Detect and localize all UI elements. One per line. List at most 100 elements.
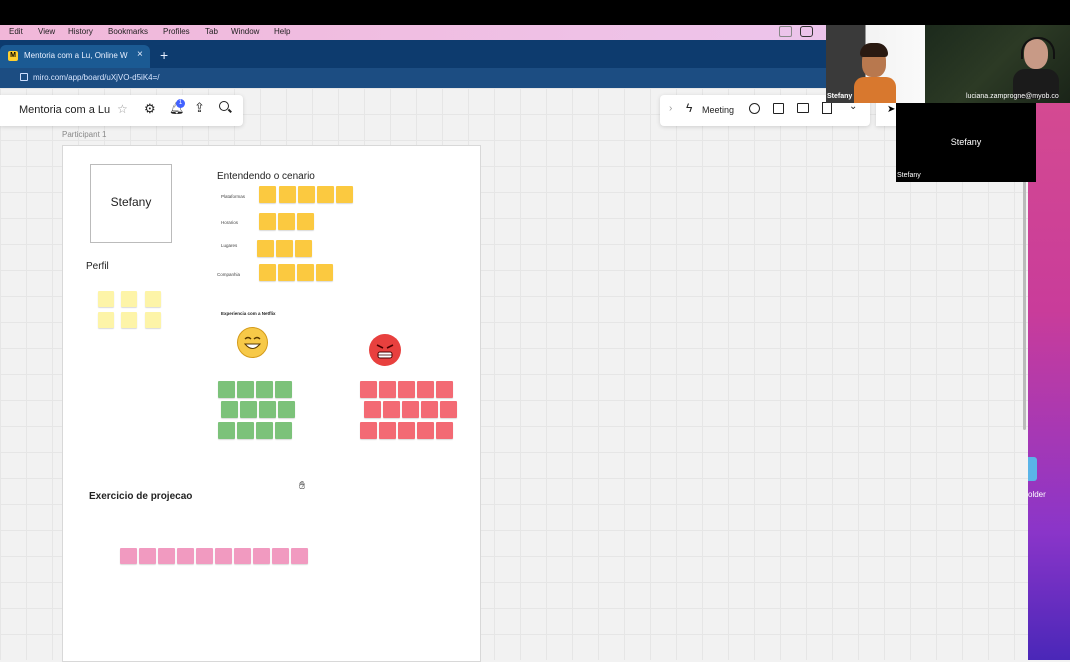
sticky-note[interactable] — [257, 240, 274, 257]
sticky-note[interactable] — [360, 381, 377, 398]
sticky-note[interactable] — [259, 264, 276, 281]
sticky-note[interactable] — [436, 381, 453, 398]
tab-title: Mentoria com a Lu, Online Wh — [24, 51, 128, 60]
sticky-note[interactable] — [234, 548, 251, 564]
sticky-note[interactable] — [278, 264, 295, 281]
sticky-note[interactable] — [278, 213, 295, 230]
sticky-note[interactable] — [121, 291, 137, 307]
folder-icon[interactable] — [1028, 457, 1037, 481]
sticky-note[interactable] — [218, 422, 235, 439]
frame-label[interactable]: Participant 1 — [62, 130, 106, 139]
new-tab-button[interactable]: + — [160, 47, 168, 63]
notes-icon[interactable] — [822, 102, 832, 114]
menu-item-window[interactable]: Window — [231, 27, 259, 36]
sticky-note[interactable] — [379, 422, 396, 439]
sticky-note[interactable] — [398, 381, 415, 398]
timer-icon[interactable] — [749, 103, 760, 114]
sticky-note[interactable] — [402, 401, 419, 418]
menu-item-history[interactable]: History — [68, 27, 93, 36]
participant-2-name: luciana.zamprogne@myob.co — [966, 93, 1059, 100]
sticky-note[interactable] — [297, 213, 314, 230]
sticky-note[interactable] — [298, 186, 315, 203]
sticky-note[interactable] — [276, 240, 293, 257]
settings-icon[interactable]: ⚙ — [144, 101, 156, 117]
happy-face-icon[interactable] — [237, 327, 268, 358]
sticky-note[interactable] — [139, 548, 156, 564]
sticky-note[interactable] — [295, 240, 312, 257]
sticky-note[interactable] — [279, 186, 296, 203]
sticky-note[interactable] — [291, 548, 308, 564]
sticky-note[interactable] — [145, 291, 161, 307]
sticky-note[interactable] — [215, 548, 232, 564]
sticky-note[interactable] — [98, 291, 114, 307]
board-name[interactable]: Mentoria com a Lu — [19, 104, 110, 116]
sticky-note[interactable] — [259, 213, 276, 230]
board-scrollbar[interactable] — [1023, 180, 1026, 430]
sticky-note[interactable] — [398, 422, 415, 439]
sticky-note[interactable] — [383, 401, 400, 418]
sticky-note[interactable] — [177, 548, 194, 564]
sticky-note[interactable] — [237, 422, 254, 439]
video-tile-participant-2[interactable]: luciana.zamprogne@myob.co — [925, 25, 1070, 103]
chevron-right-icon[interactable]: › — [669, 103, 672, 114]
share-upload-icon[interactable]: ⇪ — [194, 100, 205, 116]
participant-frame[interactable]: Stefany Entendendo o cenario Plataformas… — [62, 145, 481, 662]
screen-mirror-icon[interactable] — [779, 26, 792, 37]
sticky-note[interactable] — [158, 548, 175, 564]
star-icon[interactable]: ☆ — [117, 102, 128, 116]
menu-item-help[interactable]: Help — [274, 27, 290, 36]
perfil-label[interactable]: Perfil — [86, 261, 109, 272]
sticky-note[interactable] — [417, 422, 434, 439]
experience-title[interactable]: Experiencia com a Netflix — [221, 311, 276, 316]
sticky-note[interactable] — [259, 186, 276, 203]
sticky-note[interactable] — [259, 401, 276, 418]
sticky-note[interactable] — [436, 422, 453, 439]
sticky-note[interactable] — [98, 312, 114, 328]
angry-face-icon[interactable] — [369, 334, 401, 366]
menu-item-view[interactable]: View — [38, 27, 55, 36]
sticky-note[interactable] — [256, 422, 273, 439]
sticky-note[interactable] — [440, 401, 457, 418]
sticky-note[interactable] — [379, 381, 396, 398]
menu-item-edit[interactable]: Edit — [9, 27, 23, 36]
sticky-note[interactable] — [121, 312, 137, 328]
video-tile-participant-1[interactable]: Stefany — [826, 25, 925, 103]
menu-item-bookmarks[interactable]: Bookmarks — [108, 27, 148, 36]
sticky-note[interactable] — [145, 312, 161, 328]
sticky-note[interactable] — [275, 381, 292, 398]
sticky-note[interactable] — [272, 548, 289, 564]
scenario-title[interactable]: Entendendo o cenario — [217, 171, 315, 182]
sticky-note[interactable] — [417, 381, 434, 398]
lightning-icon[interactable]: ϟ — [686, 101, 692, 115]
board-toolbar: Mentoria com a Lu ☆ ⚙ 🔔︎ 1 ⇪ — [0, 95, 243, 126]
menu-item-tab[interactable]: Tab — [205, 27, 218, 36]
projection-title[interactable]: Exercicio de projecao — [89, 491, 192, 502]
row-label-plataformas: Plataformas — [221, 194, 246, 199]
sticky-note[interactable] — [237, 381, 254, 398]
sticky-note[interactable] — [275, 422, 292, 439]
tab-close-icon[interactable]: × — [137, 49, 143, 60]
sticky-note[interactable] — [253, 548, 270, 564]
control-center-icon[interactable] — [800, 26, 813, 37]
sticky-note[interactable] — [336, 186, 353, 203]
sticky-note[interactable] — [360, 422, 377, 439]
sticky-note[interactable] — [316, 264, 333, 281]
sticky-note[interactable] — [278, 401, 295, 418]
video-tile-placeholder[interactable]: Stefany Stefany — [896, 103, 1036, 182]
sticky-note[interactable] — [221, 401, 238, 418]
sticky-note[interactable] — [256, 381, 273, 398]
presentation-icon[interactable] — [797, 103, 809, 113]
sticky-note[interactable] — [364, 401, 381, 418]
meeting-button[interactable]: Meeting — [702, 105, 734, 115]
menu-item-profiles[interactable]: Profiles — [163, 27, 190, 36]
sticky-note[interactable] — [196, 548, 213, 564]
sticky-note[interactable] — [297, 264, 314, 281]
embed-icon[interactable] — [773, 103, 784, 114]
name-card-text: Stefany — [110, 195, 152, 209]
sticky-note[interactable] — [317, 186, 334, 203]
sticky-note[interactable] — [218, 381, 235, 398]
sticky-note[interactable] — [421, 401, 438, 418]
sticky-note[interactable] — [120, 548, 137, 564]
sticky-note[interactable] — [240, 401, 257, 418]
browser-tab[interactable]: M Mentoria com a Lu, Online Wh × — [0, 45, 150, 68]
